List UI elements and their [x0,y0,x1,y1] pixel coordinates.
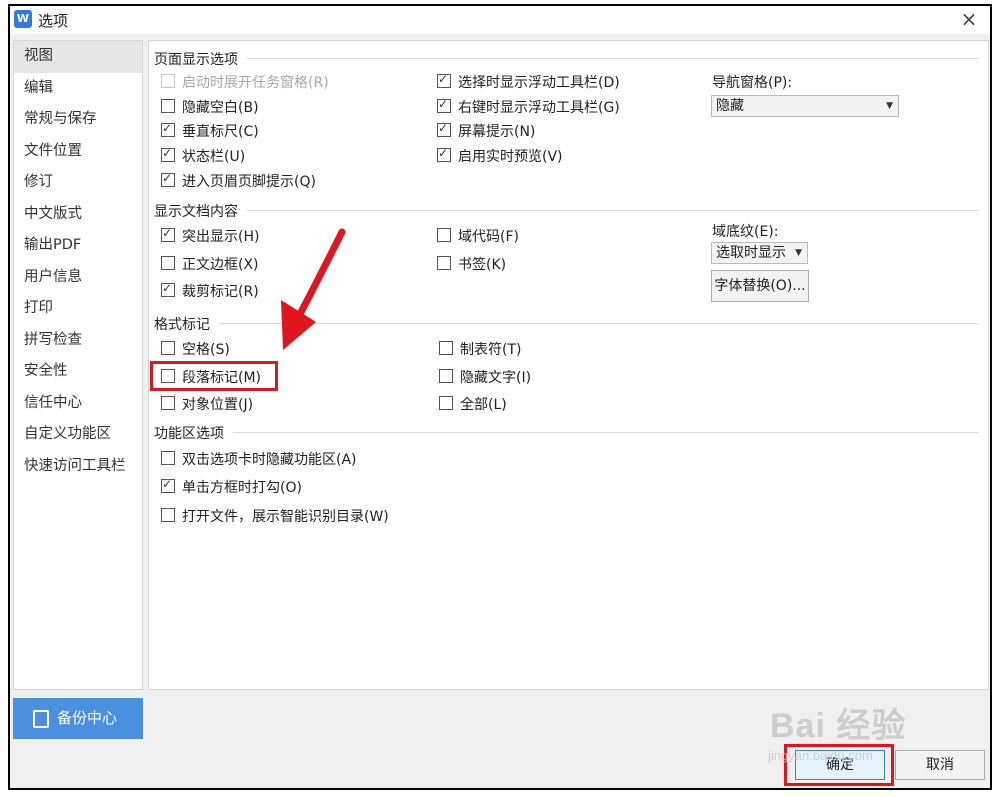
dialog-title: 选项 [38,12,69,30]
dropdown-arrow-icon: ▼ [886,101,893,111]
section-title-format-marks: 格式标记 [154,317,210,333]
checkbox[interactable] [161,171,175,187]
sidebar-item-security[interactable]: 安全性 [14,356,142,388]
checkbox[interactable] [161,226,175,242]
checkbox[interactable] [439,396,453,410]
option-highlight[interactable]: 突出显示(H) [161,226,259,246]
checkbox[interactable] [161,121,175,137]
sidebar-item-output-pdf[interactable]: 输出PDF [14,230,142,262]
divider [233,432,978,433]
option-status-bar[interactable]: 状态栏(U) [161,146,245,166]
checkbox[interactable] [161,396,175,410]
checkbox[interactable] [437,146,451,162]
nav-pane-label: 导航窗格(P): [712,75,793,91]
divider [247,210,978,211]
dropdown-arrow-icon: ▼ [795,248,802,258]
checkbox[interactable] [161,74,175,88]
field-shading-select[interactable]: 选取时显示 ▼ [711,242,808,264]
divider [247,58,978,59]
option-screen-tips[interactable]: 屏幕提示(N) [437,121,535,141]
section-title-ribbon: 功能区选项 [154,426,224,442]
wps-app-icon: W [14,10,32,28]
sidebar-item-general-save[interactable]: 常规与保存 [14,104,142,136]
option-hide-whitespace[interactable]: 隐藏空白(B) [161,97,259,117]
checkbox[interactable] [439,341,453,355]
option-text-border[interactable]: 正文边框(X) [161,254,259,274]
sidebar-item-user-info[interactable]: 用户信息 [14,262,142,294]
checkbox[interactable] [437,97,451,113]
backup-center-button[interactable]: 备份中心 [13,698,143,739]
checkbox[interactable] [161,99,175,113]
option-live-preview[interactable]: 启用实时预览(V) [437,146,563,166]
checkbox[interactable] [161,256,175,270]
checkbox[interactable] [161,508,175,522]
checkbox[interactable] [161,341,175,355]
checkbox[interactable] [437,121,451,137]
sidebar-item-edit[interactable]: 编辑 [14,73,142,105]
option-crop-marks[interactable]: 裁剪标记(R) [161,281,259,301]
option-header-footer-hint[interactable]: 进入页眉页脚提示(Q) [161,171,316,191]
section-title-page-display: 页面显示选项 [154,52,238,68]
title-bar: W 选项 × [10,6,990,34]
sidebar: 视图 编辑 常规与保存 文件位置 修订 中文版式 输出PDF 用户信息 打印 拼… [13,40,143,690]
section-title-doc-content: 显示文档内容 [154,204,238,220]
option-all-marks[interactable]: 全部(L) [439,394,507,414]
annotation-highlight-box [150,361,278,391]
option-float-toolbar-select[interactable]: 选择时显示浮动工具栏(D) [437,72,620,92]
option-click-box-check[interactable]: 单击方框时打勾(O) [161,477,302,497]
field-shading-label: 域底纹(E): [712,224,779,240]
option-vertical-ruler[interactable]: 垂直标尺(C) [161,121,259,141]
sidebar-item-quick-access[interactable]: 快速访问工具栏 [14,451,142,483]
checkbox[interactable] [161,451,175,465]
option-object-anchors[interactable]: 对象位置(J) [161,394,253,414]
checkbox[interactable] [437,256,451,270]
sidebar-item-trust-center[interactable]: 信任中心 [14,388,142,420]
font-replace-button[interactable]: 字体替换(O)... [711,270,809,302]
checkbox[interactable] [437,72,451,88]
option-tab-marks[interactable]: 制表符(T) [439,339,521,359]
close-icon[interactable]: × [958,8,980,30]
sidebar-item-customize-ribbon[interactable]: 自定义功能区 [14,419,142,451]
option-dblclick-hide-ribbon[interactable]: 双击选项卡时隐藏功能区(A) [161,449,357,469]
nav-pane-select[interactable]: 隐藏 ▼ [711,95,899,117]
option-hidden-text[interactable]: 隐藏文字(I) [439,367,531,387]
checkbox[interactable] [439,369,453,383]
sidebar-item-print[interactable]: 打印 [14,293,142,325]
divider [219,323,978,324]
checkbox[interactable] [161,281,175,297]
option-bookmarks[interactable]: 书签(K) [437,254,506,274]
sidebar-item-revision[interactable]: 修订 [14,167,142,199]
option-float-toolbar-rightclick[interactable]: 右键时显示浮动工具栏(G) [437,97,620,117]
sidebar-item-spell-check[interactable]: 拼写检查 [14,325,142,357]
option-field-codes[interactable]: 域代码(F) [437,226,519,246]
option-smart-toc[interactable]: 打开文件，展示智能识别目录(W) [161,506,389,526]
option-space-marks[interactable]: 空格(S) [161,339,230,359]
cancel-button[interactable]: 取消 [895,750,985,780]
sidebar-item-file-location[interactable]: 文件位置 [14,136,142,168]
backup-center-label: 备份中心 [57,709,118,727]
sidebar-item-chinese-layout[interactable]: 中文版式 [14,199,142,231]
sidebar-item-view[interactable]: 视图 [14,41,142,73]
annotation-ok-highlight-box [784,744,894,786]
checkbox[interactable] [437,228,451,242]
backup-icon [33,709,49,728]
checkbox[interactable] [161,146,175,162]
option-expand-task-pane[interactable]: 启动时展开任务窗格(R) [161,72,329,92]
checkbox[interactable] [161,477,175,493]
